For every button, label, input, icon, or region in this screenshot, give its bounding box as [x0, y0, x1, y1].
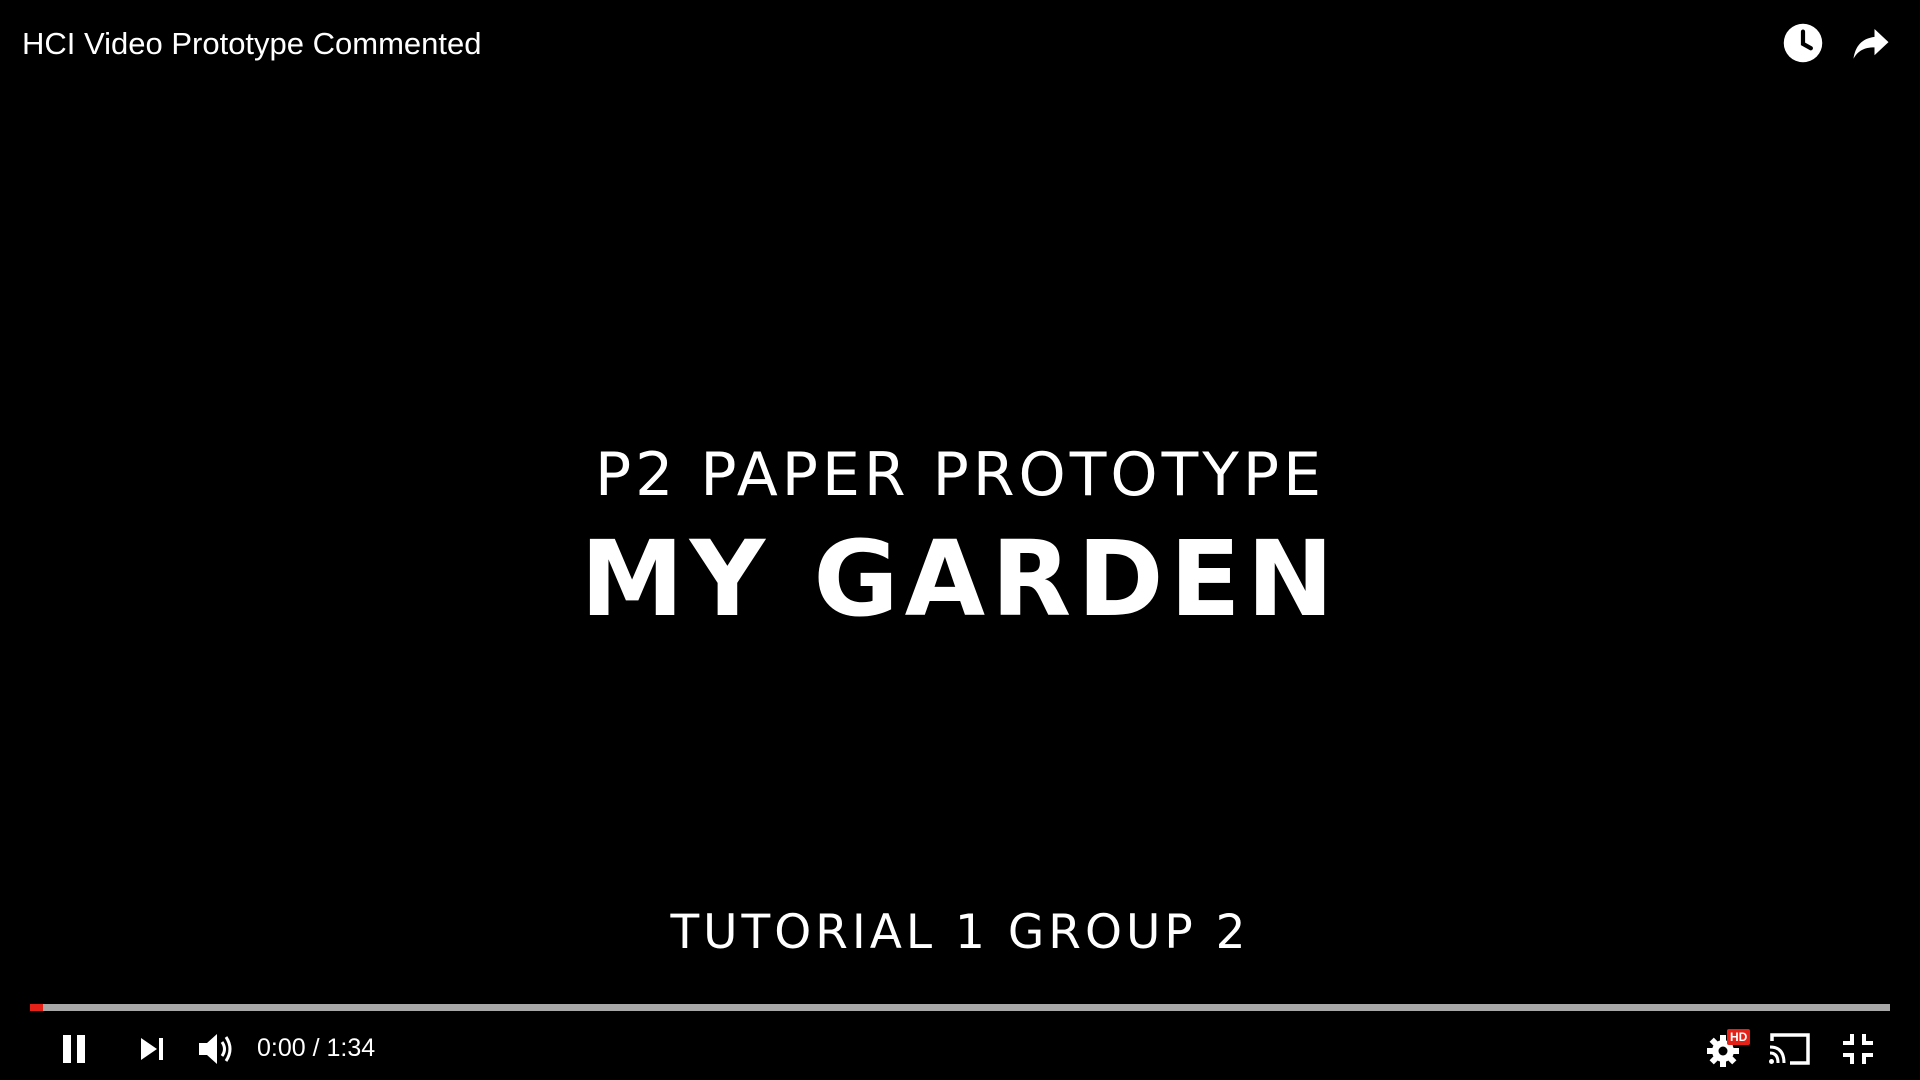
share-button[interactable]	[1848, 22, 1894, 68]
duration: 1:34	[326, 1034, 376, 1062]
next-button[interactable]	[132, 1026, 172, 1072]
gear-icon: HD	[1705, 1029, 1751, 1069]
cast-icon	[1768, 1031, 1812, 1067]
volume-button[interactable]	[194, 1026, 240, 1072]
hd-badge: HD	[1727, 1029, 1751, 1045]
settings-button[interactable]: HD	[1702, 1026, 1754, 1072]
exit-fullscreen-button[interactable]	[1838, 1026, 1878, 1072]
current-time: 0:00	[257, 1034, 306, 1062]
frame-subtitle: P2 PAPER PROTOTYPE	[594, 440, 1326, 510]
frame-headline: MY GARDEN	[580, 518, 1340, 640]
time-separator: /	[312, 1034, 320, 1062]
video-player[interactable]: HCI Video Prototype Commented P2 PAPER P…	[0, 0, 1920, 1080]
time-display: 0:00 / 1:34	[257, 1034, 375, 1063]
progress-played	[30, 1004, 44, 1011]
frame-footer: TUTORIAL 1 GROUP 2	[670, 905, 1250, 960]
share-arrow-icon	[1850, 22, 1892, 69]
clock-icon	[1782, 22, 1824, 69]
control-bar: 0:00 / 1:34 HD	[0, 1020, 1920, 1080]
exit-fullscreen-icon	[1841, 1032, 1875, 1066]
pause-button[interactable]	[54, 1026, 94, 1072]
watch-later-button[interactable]	[1780, 22, 1826, 68]
skip-next-icon	[138, 1035, 166, 1063]
volume-icon	[197, 1031, 237, 1067]
top-overlay-bar: HCI Video Prototype Commented	[0, 0, 1920, 90]
progress-bar[interactable]	[30, 1004, 1890, 1011]
cast-button[interactable]	[1766, 1026, 1814, 1072]
video-title[interactable]: HCI Video Prototype Commented	[22, 26, 482, 62]
pause-icon	[59, 1033, 89, 1065]
